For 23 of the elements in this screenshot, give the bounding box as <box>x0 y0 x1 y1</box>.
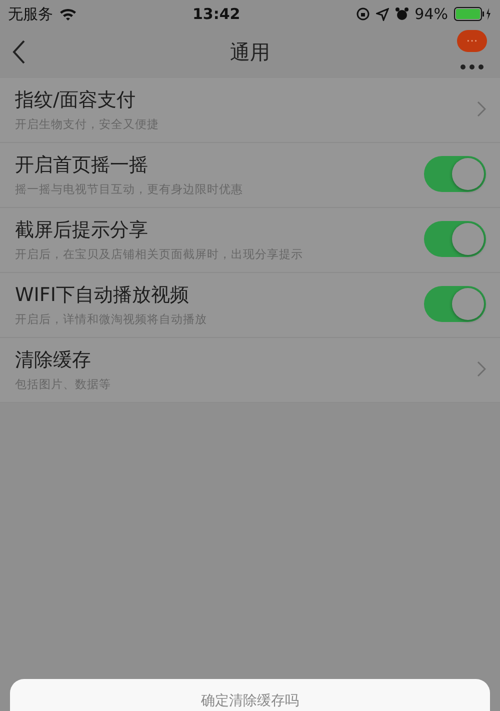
setting-title: 指纹/面容支付 <box>15 88 136 112</box>
clock-text: 13:42 <box>191 5 242 23</box>
battery-icon <box>454 7 492 21</box>
toggle-switch[interactable] <box>424 156 486 192</box>
toggle-switch[interactable] <box>424 221 486 257</box>
more-icon[interactable] <box>460 64 484 70</box>
setting-title: 清除缓存 <box>15 348 92 372</box>
message-badge: ··· <box>457 30 487 52</box>
battery-percent-text: 94% <box>414 5 448 23</box>
back-icon[interactable] <box>12 40 26 64</box>
chevron-right-icon <box>477 361 486 377</box>
location-arrow-icon <box>376 8 389 20</box>
setting-title: 开启首页摇一摇 <box>15 152 149 178</box>
rotation-lock-icon <box>356 7 370 21</box>
alarm-icon <box>394 7 409 21</box>
setting-title: 截屏后提示分享 <box>15 218 149 242</box>
page-title: 通用 <box>230 40 270 64</box>
carrier-text: 无服务 <box>8 4 53 24</box>
dialog-title: 确定清除缓存吗 <box>201 693 299 711</box>
chevron-right-icon <box>477 101 486 117</box>
wifi-icon <box>59 7 77 21</box>
toggle-switch[interactable] <box>424 286 486 322</box>
setting-title: WIFI下自动播放视频 <box>15 282 190 308</box>
